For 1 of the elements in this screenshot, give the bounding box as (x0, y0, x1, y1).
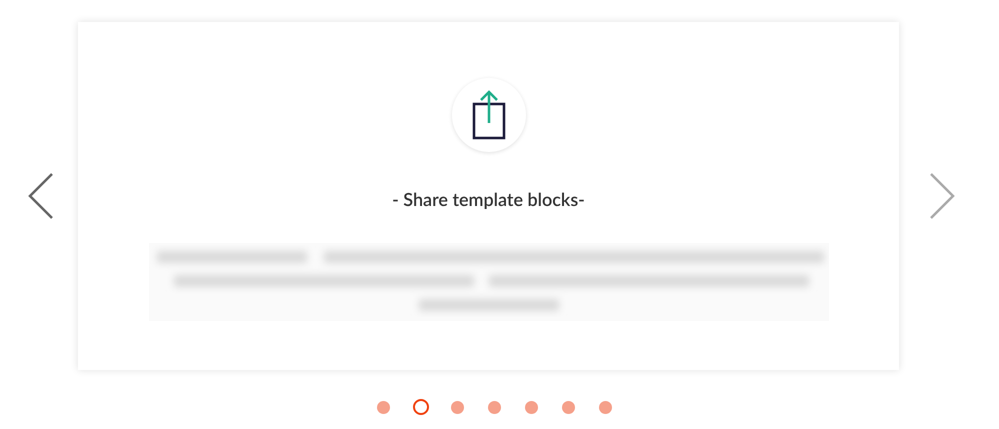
slide-title: - Share template blocks- (392, 187, 585, 212)
